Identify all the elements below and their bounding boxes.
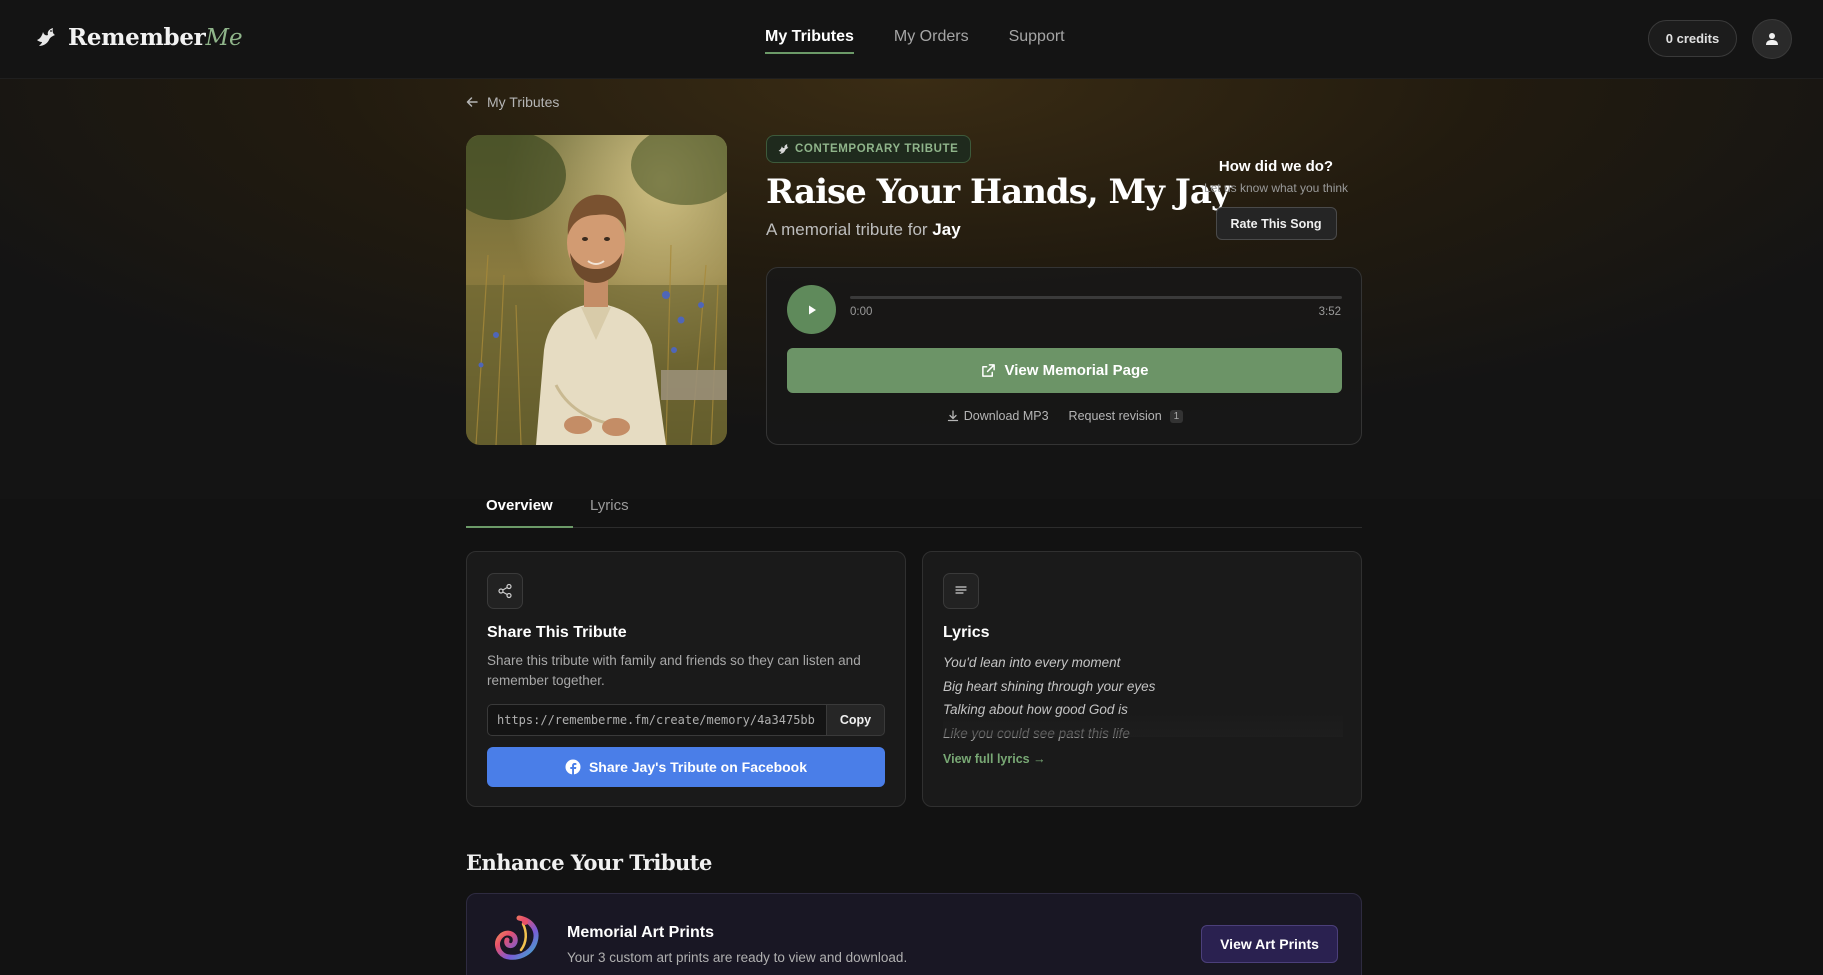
badge-label: CONTEMPORARY TRIBUTE [795,143,959,155]
main-nav: My Tributes My Orders Support [765,28,1065,54]
arrow-left-icon [466,97,478,107]
lyric-line: You'd lean into every moment [943,655,1121,670]
facebook-button-label: Share Jay's Tribute on Facebook [588,759,808,775]
tribute-style-badge: CONTEMPORARY TRIBUTE [766,135,972,163]
tribute-cover-image [466,135,727,445]
nav-my-tributes[interactable]: My Tributes [765,28,854,54]
copy-button[interactable]: Copy [826,704,885,736]
rate-song-button[interactable]: Rate This Song [1215,207,1337,240]
top-header: Remember Me My Tributes My Orders Support… [0,0,1823,79]
share-url-field[interactable]: https://rememberme.fm/create/memory/4a34… [487,704,826,736]
account-button[interactable] [1752,19,1792,59]
feedback-panel: How did we do? Let us know what you thin… [1198,158,1354,240]
subtitle-prefix: A memorial tribute for [766,220,928,239]
dove-icon [778,143,789,154]
art-prints-description: Your 3 custom art prints are ready to vi… [567,950,908,965]
view-memorial-page-button[interactable]: View Memorial Page [787,348,1342,393]
feedback-question: How did we do? [1218,158,1334,175]
tab-lyrics[interactable]: Lyrics [570,497,649,528]
nav-my-orders[interactable]: My Orders [894,28,969,54]
share-card: Share This Tribute Share this tribute wi… [466,551,906,807]
text-lines-icon [943,573,979,609]
credits-button[interactable]: 0 credits [1648,20,1737,57]
logo-accent: Me [205,24,243,51]
enhance-section-title: Enhance Your Tribute [466,850,712,875]
share-icon [487,573,523,609]
share-description: Share this tribute with family and frien… [487,653,861,688]
lyrics-fade-overlay [943,712,1343,737]
revision-label: Request revision [1068,409,1162,423]
lyrics-card: Lyrics You'd lean into every moment Big … [922,551,1362,807]
view-full-lyrics-link[interactable]: View full lyrics → [943,752,1046,766]
art-prints-title: Memorial Art Prints [567,924,714,941]
player-actions: Download MP3 Request revision 1 [767,409,1363,423]
share-card-title: Share This Tribute [487,624,627,641]
download-label: Download MP3 [963,409,1049,423]
lyrics-card-title: Lyrics [943,624,990,641]
play-icon [808,305,816,314]
lyric-line: Big heart shining through your eyes [943,678,1156,694]
download-mp3-link[interactable]: Download MP3 [947,409,1049,423]
request-revision-link[interactable]: Request revision 1 [1069,409,1184,423]
memorial-button-label: View Memorial Page [1004,362,1149,379]
art-prints-card: Memorial Art Prints Your 3 custom art pr… [466,893,1362,975]
art-prints-icon [495,915,539,960]
feedback-subtext: Let us know what you think [1203,181,1349,195]
facebook-icon [565,759,581,775]
dove-icon [37,27,55,46]
share-url-row: https://rememberme.fm/create/memory/4a34… [487,704,885,736]
user-icon [1766,33,1778,45]
back-link[interactable]: My Tributes [466,94,559,110]
subtitle-name: Jay [932,220,961,239]
audio-player-card: 0:00 3:52 View Memorial Page Download MP… [766,267,1362,445]
view-art-prints-button[interactable]: View Art Prints [1201,925,1338,963]
logo[interactable]: Remember Me [34,24,243,51]
tab-overview[interactable]: Overview [466,497,573,528]
revision-count-badge: 1 [1169,409,1184,423]
current-time: 0:00 [850,306,873,318]
tribute-subtitle: A memorial tribute for Jay [766,220,961,240]
tribute-title: Raise Your Hands, My Jay [766,172,1231,212]
back-link-label: My Tributes [487,94,560,110]
external-link-icon [981,364,995,377]
total-time: 3:52 [1318,306,1341,318]
play-button[interactable] [787,285,836,334]
tribute-tabs: Overview Lyrics [466,495,1362,528]
download-icon [947,410,958,422]
progress-track[interactable] [850,296,1342,299]
share-facebook-button[interactable]: Share Jay's Tribute on Facebook [487,747,885,787]
logo-text: Remember [68,24,206,51]
nav-support[interactable]: Support [1009,28,1065,54]
